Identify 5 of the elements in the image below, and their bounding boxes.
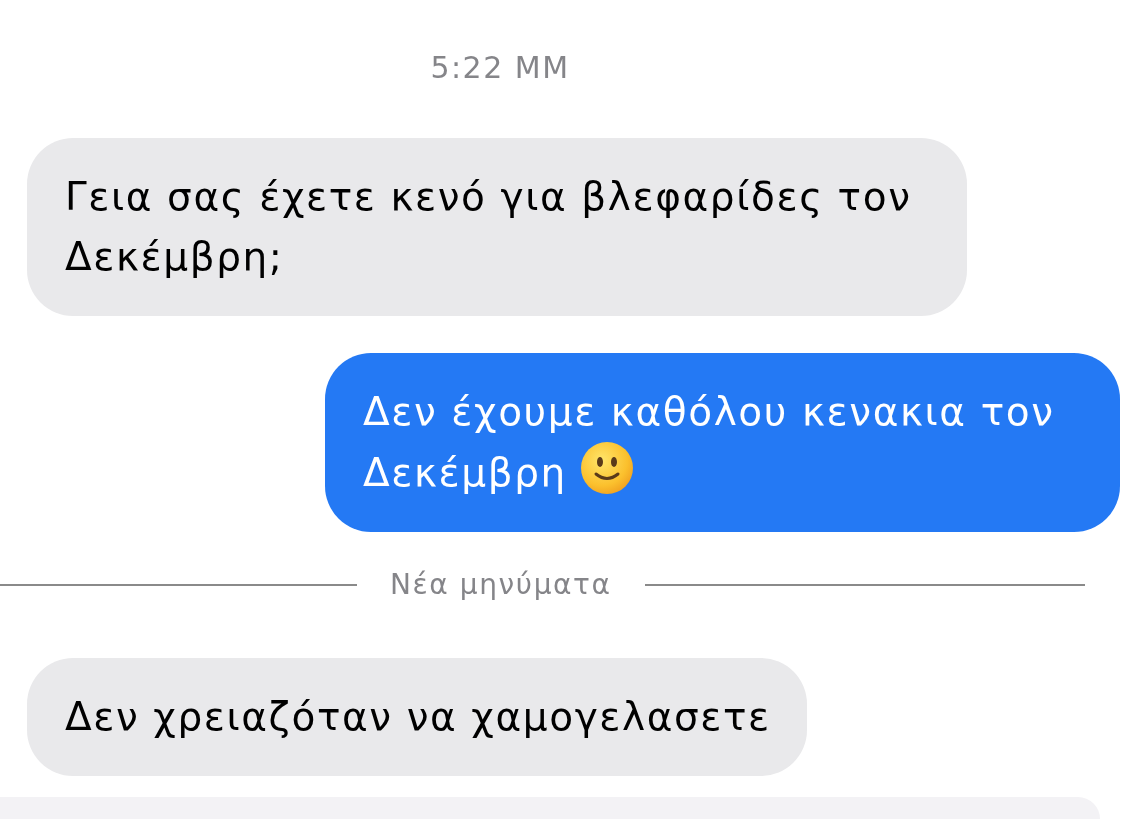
message-timestamp: 5:22 ΜΜ (430, 49, 570, 87)
message-text: Δεν έχουμε καθόλου κενακια τον Δεκέμβρη (363, 389, 1055, 495)
new-messages-label: Νέα μηνύματα (390, 569, 612, 601)
message-text: Γεια σας έχετε κενό για βλεφαρίδες τον Δεκέμβρη; (65, 174, 912, 279)
message-text: Δεν χρειαζόταν να χαμογελασετε (65, 694, 771, 739)
